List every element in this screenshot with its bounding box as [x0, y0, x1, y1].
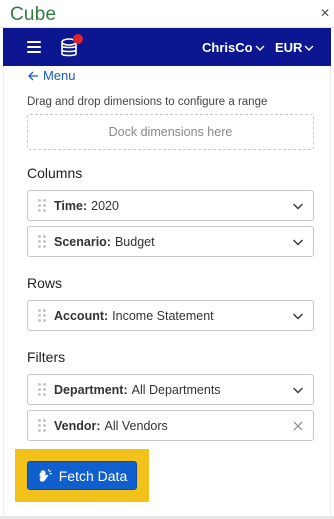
hamburger-menu-icon[interactable]	[27, 41, 41, 53]
app-title: Cube	[10, 4, 57, 25]
dimension-value: All Vendors	[104, 418, 168, 433]
currency-code: EUR	[275, 40, 303, 55]
range-panel: Menu Drag and drop dimensions to configu…	[3, 66, 331, 516]
dimension-value: Income Statement	[112, 308, 214, 323]
dimension-scenario[interactable]: Scenario: Budget	[27, 226, 314, 257]
fetch-data-button[interactable]: Fetch Data	[27, 461, 137, 490]
top-navbar: ChrisCo EUR	[3, 28, 331, 66]
dimension-name: Scenario:	[54, 234, 111, 249]
dimension-value: All Departments	[131, 382, 221, 397]
chevron-down-icon	[304, 45, 314, 51]
drag-drop-hint: Drag and drop dimensions to configure a …	[27, 96, 268, 108]
title-bar: Cube ✕	[0, 0, 334, 28]
chevron-down-icon	[255, 45, 265, 51]
dimension-value: Budget	[114, 234, 155, 249]
close-icon[interactable]: ✕	[320, 6, 330, 20]
user-menu[interactable]: ChrisCo	[202, 40, 265, 55]
dimension-department[interactable]: Department: All Departments	[27, 374, 314, 405]
dimension-name: Vendor:	[54, 418, 101, 433]
dimension-account[interactable]: Account: Income Statement	[27, 300, 314, 331]
hand-icon	[39, 468, 52, 482]
currency-menu[interactable]: EUR	[275, 40, 314, 55]
dock-dimensions-zone[interactable]: Dock dimensions here	[27, 114, 314, 150]
dimension-vendor[interactable]: Vendor: All Vendors	[27, 410, 314, 441]
back-link-label: Menu	[43, 68, 76, 83]
arrow-left-icon	[28, 71, 38, 80]
back-to-menu-link[interactable]: Menu	[28, 68, 76, 83]
fetch-data-label: Fetch Data	[58, 467, 128, 484]
dimension-name: Department:	[54, 382, 128, 397]
dock-placeholder: Dock dimensions here	[108, 125, 233, 139]
drag-handle-icon[interactable]	[38, 199, 48, 213]
columns-title: Columns	[27, 165, 83, 181]
user-name: ChrisCo	[202, 40, 253, 55]
drag-handle-icon[interactable]	[38, 309, 48, 323]
chevron-down-icon[interactable]	[291, 235, 305, 249]
rows-title: Rows	[27, 275, 63, 291]
dimension-time[interactable]: Time: 2020	[27, 190, 314, 221]
database-icon[interactable]	[60, 34, 83, 58]
drag-handle-icon[interactable]	[38, 235, 48, 249]
notification-dot	[73, 34, 83, 44]
dimension-value: 2020	[91, 198, 119, 213]
dimension-name: Account:	[54, 308, 109, 323]
filters-title: Filters	[27, 349, 66, 365]
chevron-down-icon[interactable]	[291, 383, 305, 397]
chevron-down-icon[interactable]	[291, 199, 305, 213]
chevron-down-icon[interactable]	[291, 309, 305, 323]
drag-handle-icon[interactable]	[38, 419, 48, 433]
drag-handle-icon[interactable]	[38, 383, 48, 397]
clear-icon[interactable]	[291, 419, 305, 433]
dimension-name: Time:	[54, 198, 88, 213]
